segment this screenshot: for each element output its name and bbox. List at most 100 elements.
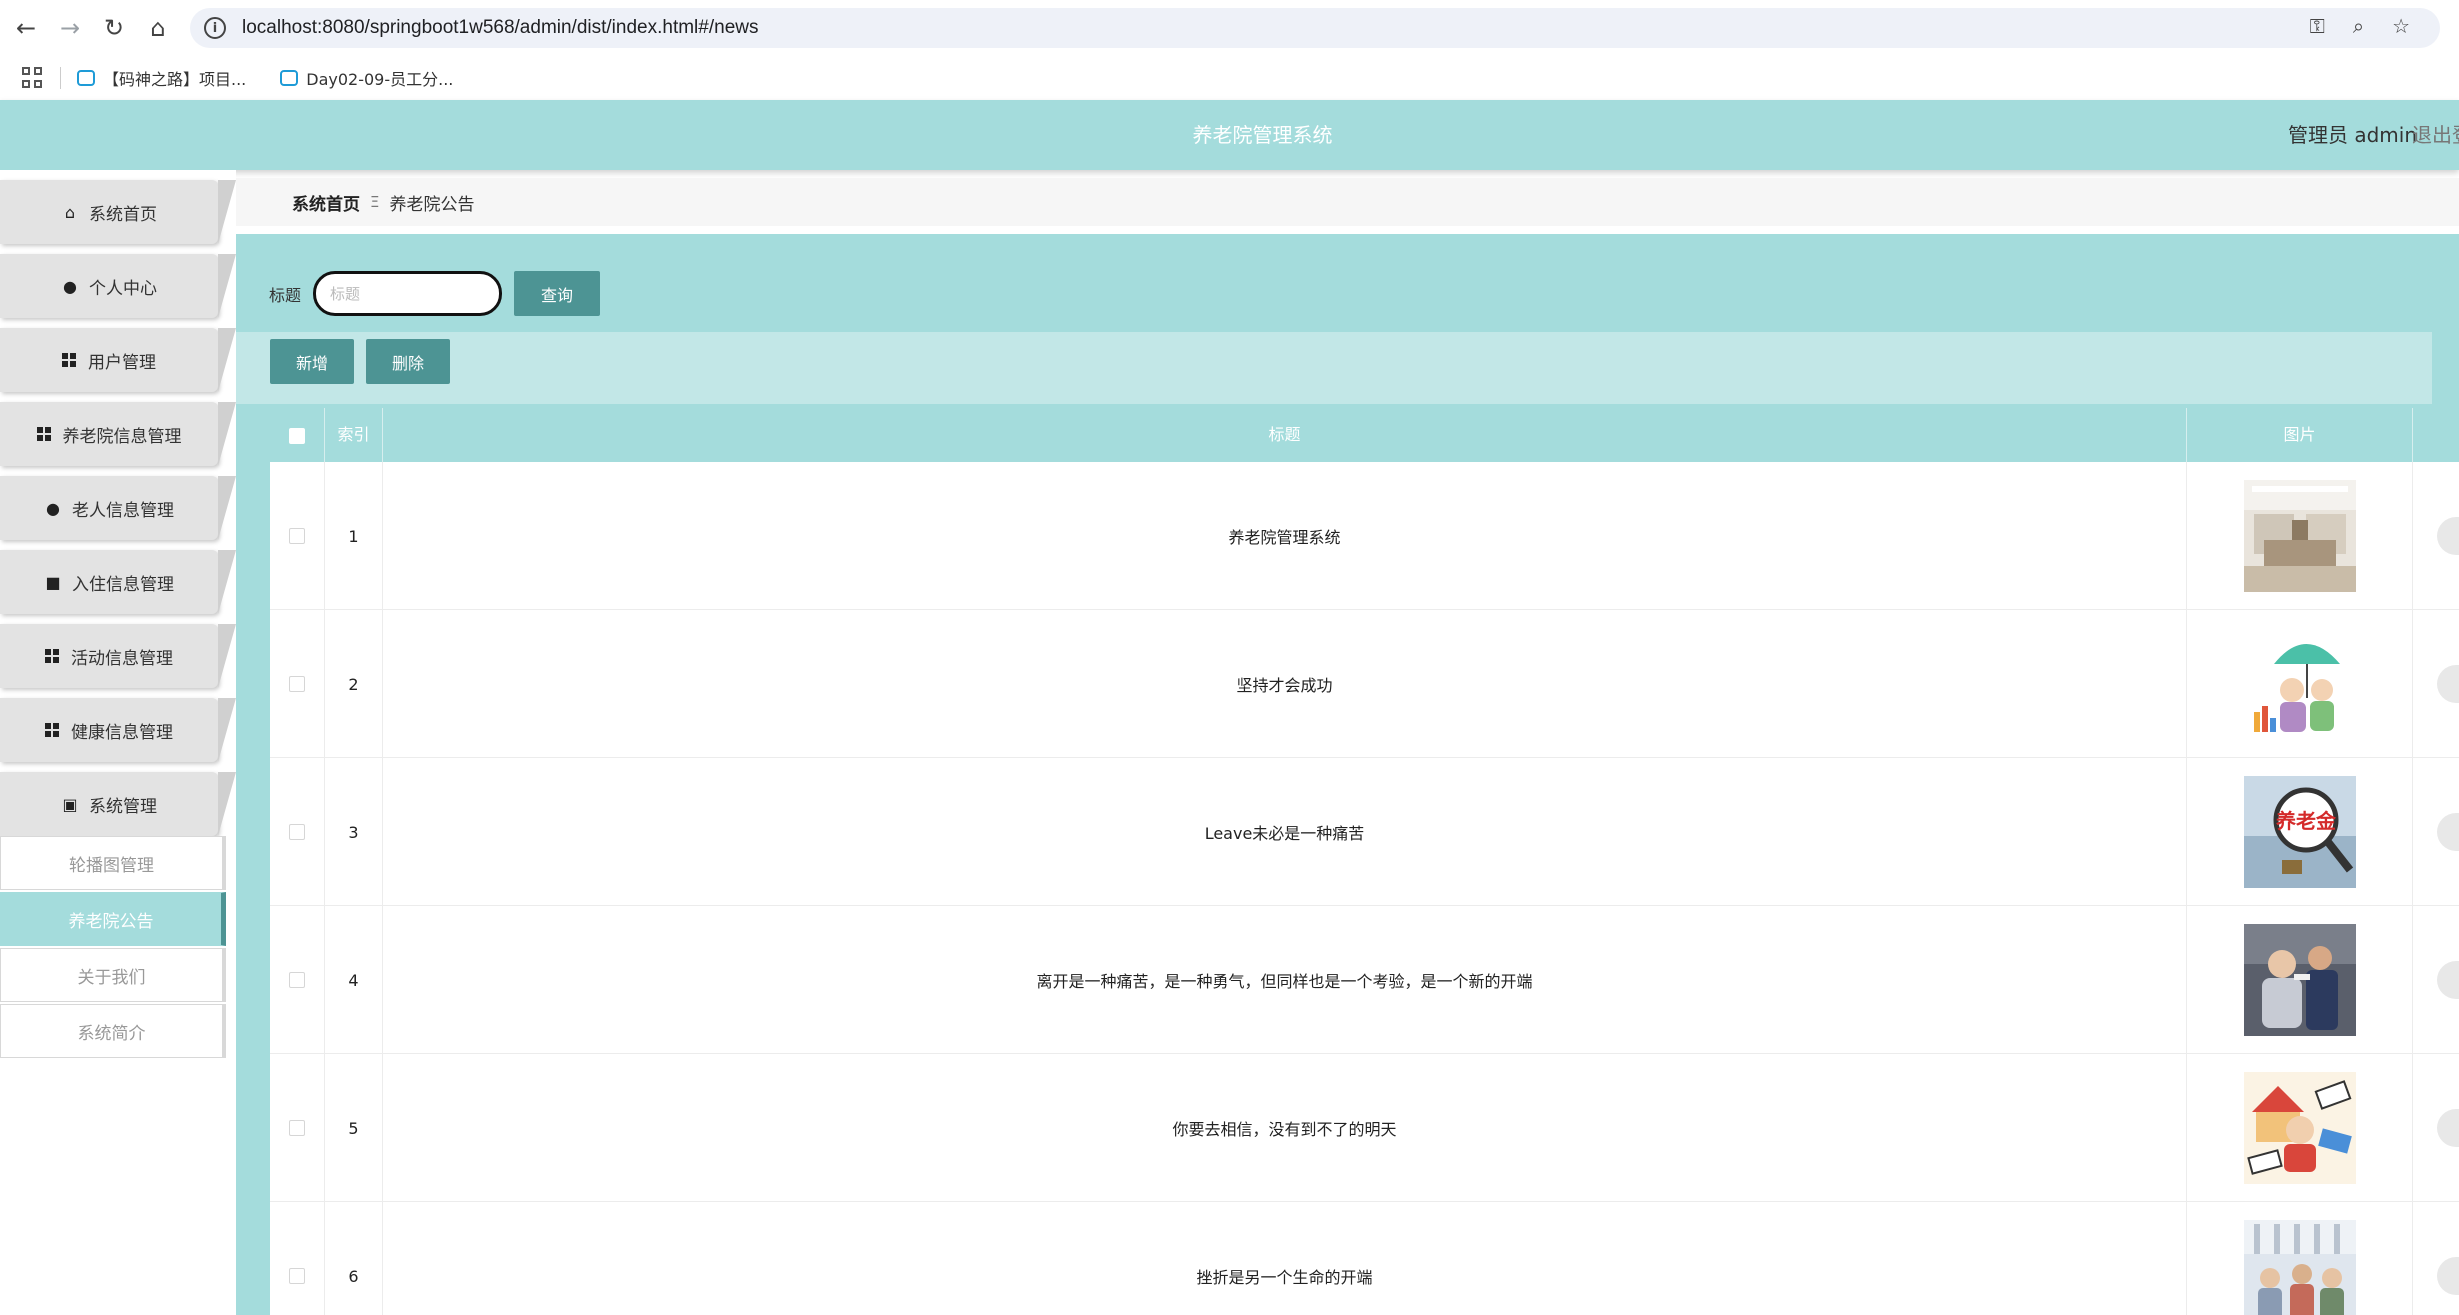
row-title: 养老院管理系统 xyxy=(383,462,2187,610)
breadcrumb-current: 养老院公告 xyxy=(389,194,475,215)
app-title: 养老院管理系统 xyxy=(1192,123,1333,147)
row-thumbnail-lobby[interactable] xyxy=(2243,480,2356,592)
add-button[interactable]: 新增 xyxy=(270,339,354,384)
detail-button[interactable]: 详情 xyxy=(2437,665,2459,703)
table-row: 6 挫折是另一个生命的开端 xyxy=(270,1202,2459,1315)
toolbar-panel xyxy=(236,332,2432,404)
sidebar-item-personal[interactable]: ● 个人中心 xyxy=(0,254,236,318)
row-actions: 详情 修改 删除 xyxy=(2413,758,2459,906)
row-thumbnail-cartoon[interactable] xyxy=(2243,1072,2356,1184)
sidebar-item-nursinghome[interactable]: 养老院信息管理 xyxy=(0,402,236,466)
back-icon[interactable]: ← xyxy=(4,6,48,50)
row-thumbnail-pension[interactable]: 养老金 xyxy=(2243,776,2356,888)
row-picture-cell xyxy=(2187,462,2413,610)
detail-button[interactable]: 详情 xyxy=(2437,1257,2459,1295)
home-icon: ⌂ xyxy=(64,202,76,222)
table-row: 1 养老院管理系统 详情 修改 删除 xyxy=(270,462,2459,610)
column-header-operation: 操作 xyxy=(2413,408,2459,462)
sidebar-item-users[interactable]: 用户管理 xyxy=(0,328,236,392)
sidebar-item-label: 养老院信息管理 xyxy=(62,426,182,447)
row-checkbox[interactable] xyxy=(270,610,325,758)
row-picture-cell xyxy=(2187,610,2413,758)
home-browser-icon[interactable]: ⌂ xyxy=(136,6,180,50)
bookmark-separator xyxy=(60,67,61,89)
table-row: 5 你要去相信，没有到不了的明天 详情 修改 删除 xyxy=(270,1054,2459,1202)
table-row: 3 Leave未必是一种痛苦 养老金 详情 修改 删除 xyxy=(270,758,2459,906)
table-row: 2 坚持才会成功 详情 修改 删除 xyxy=(270,610,2459,758)
row-title: 挫折是另一个生命的开端 xyxy=(383,1202,2187,1315)
bilibili-icon xyxy=(280,70,299,86)
sidebar: ⌂ 系统首页 ● 个人中心 用户管理 养老院信息管理 ● 老人信息管理 ■ 入住信息管理… xyxy=(0,170,236,1315)
row-checkbox[interactable] xyxy=(270,462,325,610)
sidebar-subitem-intro[interactable]: 系统简介 xyxy=(0,1004,226,1058)
batch-delete-button[interactable]: 删除 xyxy=(366,339,450,384)
user-icon: ● xyxy=(63,276,77,296)
briefcase-icon: ▣ xyxy=(62,794,78,814)
sidebar-item-label: 系统首页 xyxy=(89,204,157,225)
column-header-index: 索引 xyxy=(325,408,383,462)
sidebar-item-home[interactable]: ⌂ 系统首页 xyxy=(0,180,236,244)
apps-grid-icon[interactable] xyxy=(22,67,44,89)
bookmarks-bar: 【码神之路】项目... Day02-09-员工分... xyxy=(0,56,2459,136)
detail-button[interactable]: 详情 xyxy=(2437,1109,2459,1147)
user-icon: ● xyxy=(46,498,60,518)
breadcrumb-separator: Ξ xyxy=(370,193,380,211)
row-title: 你要去相信，没有到不了的明天 xyxy=(383,1054,2187,1202)
url-text[interactable]: localhost:8080/springboot1w568/admin/dis… xyxy=(242,17,758,39)
search-input[interactable] xyxy=(313,271,502,316)
row-actions: 详情 修改 删除 xyxy=(2413,1054,2459,1202)
column-header-title: 标题 xyxy=(383,408,2187,462)
bookmark-item[interactable]: Day02-09-员工分... xyxy=(280,66,453,90)
row-title: 离开是一种痛苦，是一种勇气，但同样也是一个考验，是一个新的开端 xyxy=(383,906,2187,1054)
sidebar-item-label: 老人信息管理 xyxy=(72,500,174,521)
sidebar-item-system[interactable]: ▣ 系统管理 xyxy=(0,772,236,836)
search-label: 标题 xyxy=(269,286,302,305)
notice-table: 索引 标题 图片 操作 1 养老院管理系统 详情 xyxy=(270,408,2459,1315)
address-bar[interactable]: i localhost:8080/springboot1w568/admin/d… xyxy=(190,8,2440,48)
sidebar-item-label: 活动信息管理 xyxy=(71,648,173,669)
forward-icon[interactable]: → xyxy=(48,6,92,50)
row-actions: 详情 修改 删除 xyxy=(2413,462,2459,610)
row-index: 3 xyxy=(325,758,383,906)
grid-icon xyxy=(36,427,51,441)
logout-button[interactable]: 退出登录 xyxy=(2412,100,2459,170)
row-checkbox[interactable] xyxy=(270,758,325,906)
sidebar-subitem-notice[interactable]: 养老院公告 xyxy=(0,892,226,946)
row-title: Leave未必是一种痛苦 xyxy=(383,758,2187,906)
row-thumbnail-caregiver[interactable] xyxy=(2243,924,2356,1036)
row-checkbox[interactable] xyxy=(270,1202,325,1315)
row-actions: 详情 修改 删除 xyxy=(2413,1202,2459,1315)
sidebar-item-label: 系统管理 xyxy=(89,796,157,817)
column-header-picture: 图片 xyxy=(2187,408,2413,462)
row-thumbnail-group[interactable] xyxy=(2243,1220,2356,1315)
sidebar-item-health[interactable]: 健康信息管理 xyxy=(0,698,236,762)
row-actions: 详情 修改 删除 xyxy=(2413,906,2459,1054)
query-button[interactable]: 查询 xyxy=(514,271,600,316)
select-all-checkbox[interactable] xyxy=(270,408,325,462)
row-picture-cell xyxy=(2187,1202,2413,1315)
sidebar-item-activity[interactable]: 活动信息管理 xyxy=(0,624,236,688)
row-thumbnail-umbrella[interactable] xyxy=(2243,628,2356,740)
zoom-icon[interactable]: ⌕ xyxy=(2353,14,2364,38)
bookmark-item[interactable]: 【码神之路】项目... xyxy=(77,66,246,90)
password-key-icon[interactable]: ⚿ xyxy=(2310,14,2325,38)
sidebar-subitem-carousel[interactable]: 轮播图管理 xyxy=(0,836,226,890)
table-row: 4 离开是一种痛苦，是一种勇气，但同样也是一个考验，是一个新的开端 详情 修改 … xyxy=(270,906,2459,1054)
breadcrumb-home[interactable]: 系统首页 xyxy=(292,190,360,215)
row-actions: 详情 修改 删除 xyxy=(2413,610,2459,758)
bookmark-star-icon[interactable]: ☆ xyxy=(2392,14,2410,38)
detail-button[interactable]: 详情 xyxy=(2437,813,2459,851)
detail-button[interactable]: 详情 xyxy=(2437,517,2459,555)
sidebar-item-checkin[interactable]: ■ 入住信息管理 xyxy=(0,550,236,614)
browser-toolbar: ← → ↻ ⌂ i localhost:8080/springboot1w568… xyxy=(0,0,2459,56)
site-info-icon[interactable]: i xyxy=(204,17,226,39)
row-picture-cell xyxy=(2187,1054,2413,1202)
sidebar-subitem-about[interactable]: 关于我们 xyxy=(0,948,226,1002)
row-index: 2 xyxy=(325,610,383,758)
row-checkbox[interactable] xyxy=(270,1054,325,1202)
detail-button[interactable]: 详情 xyxy=(2437,961,2459,999)
row-checkbox[interactable] xyxy=(270,906,325,1054)
sidebar-item-elderly[interactable]: ● 老人信息管理 xyxy=(0,476,236,540)
chat-icon: ■ xyxy=(45,572,61,592)
reload-icon[interactable]: ↻ xyxy=(92,6,136,50)
